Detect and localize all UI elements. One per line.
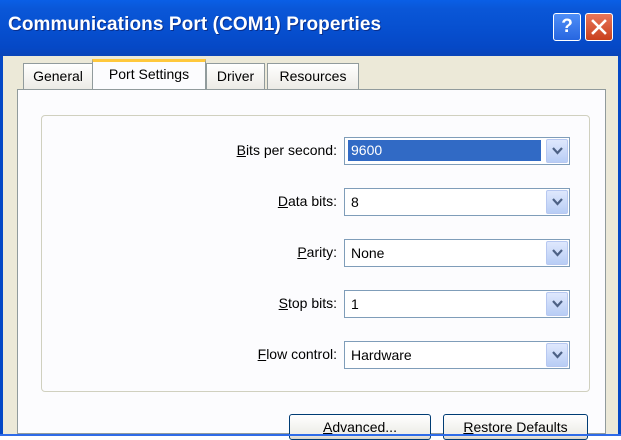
stop-bits-mnemonic: S [278,295,288,311]
advanced-button[interactable]: Advanced... [289,414,431,440]
tab-resources-label: Resources [279,68,347,84]
data-bits-label-rest: ata bits: [287,193,337,209]
parity-value: None [351,245,385,261]
bits-per-second-label: Bits per second: [237,142,337,158]
parity-mnemonic: P [297,244,307,260]
stop-bits-value: 1 [351,296,359,312]
chevron-down-icon [552,198,563,206]
tab-port-settings[interactable]: Port Settings [92,59,206,89]
flow-control-label-rest: low control: [266,346,337,362]
data-bits-label: Data bits: [278,193,337,209]
tab-general-label: General [33,68,83,84]
flow-control-dropdown-button[interactable] [546,343,568,367]
chevron-down-icon [552,147,563,155]
window-title: Communications Port (COM1) Properties [8,14,382,35]
tab-driver-label: Driver [216,68,255,84]
restore-label-rest: estore Defaults [473,419,568,435]
bits-per-second-label-rest: its per second: [245,142,337,158]
data-bits-dropdown-button[interactable] [546,190,568,214]
data-bits-value: 8 [351,194,359,210]
flow-control-label: Flow control: [258,346,337,362]
tab-port-settings-label: Port Settings [108,66,190,82]
parity-select[interactable]: None [344,239,570,267]
chevron-down-icon [552,249,563,257]
stop-bits-dropdown-button[interactable] [546,292,568,316]
close-icon [591,19,607,35]
parity-label: Parity: [297,244,337,260]
tab-driver[interactable]: Driver [206,63,265,89]
parity-label-rest: arity: [306,244,337,260]
stop-bits-select[interactable]: 1 [344,290,570,318]
restore-mnemonic: R [463,419,474,435]
chevron-down-icon [552,300,563,308]
help-icon: ? [561,16,573,37]
flow-control-mnemonic: F [257,346,267,362]
advanced-mnemonic: A [323,419,333,435]
stop-bits-label-rest: top bits: [287,295,337,311]
chevron-down-icon [552,351,563,359]
close-button[interactable] [585,13,613,41]
tab-general[interactable]: General [23,63,93,89]
title-bar[interactable]: Communications Port (COM1) Properties ? [0,0,621,56]
restore-defaults-button[interactable]: Restore Defaults [443,414,588,440]
bits-per-second-mnemonic: B [236,142,246,158]
tab-resources[interactable]: Resources [267,63,359,89]
bits-per-second-dropdown-button[interactable] [546,139,568,163]
bits-per-second-value: 9600 [348,140,541,161]
properties-window: Communications Port (COM1) Properties ? … [0,0,621,440]
stop-bits-label: Stop bits: [279,295,337,311]
flow-control-value: Hardware [351,347,412,363]
bits-per-second-select[interactable]: 9600 [344,137,570,165]
flow-control-select[interactable]: Hardware [344,341,570,369]
data-bits-select[interactable]: 8 [344,188,570,216]
help-button[interactable]: ? [553,13,581,41]
parity-dropdown-button[interactable] [546,241,568,265]
advanced-label-rest: dvanced... [332,419,397,435]
window-border-left [0,56,3,434]
data-bits-mnemonic: D [277,193,288,209]
